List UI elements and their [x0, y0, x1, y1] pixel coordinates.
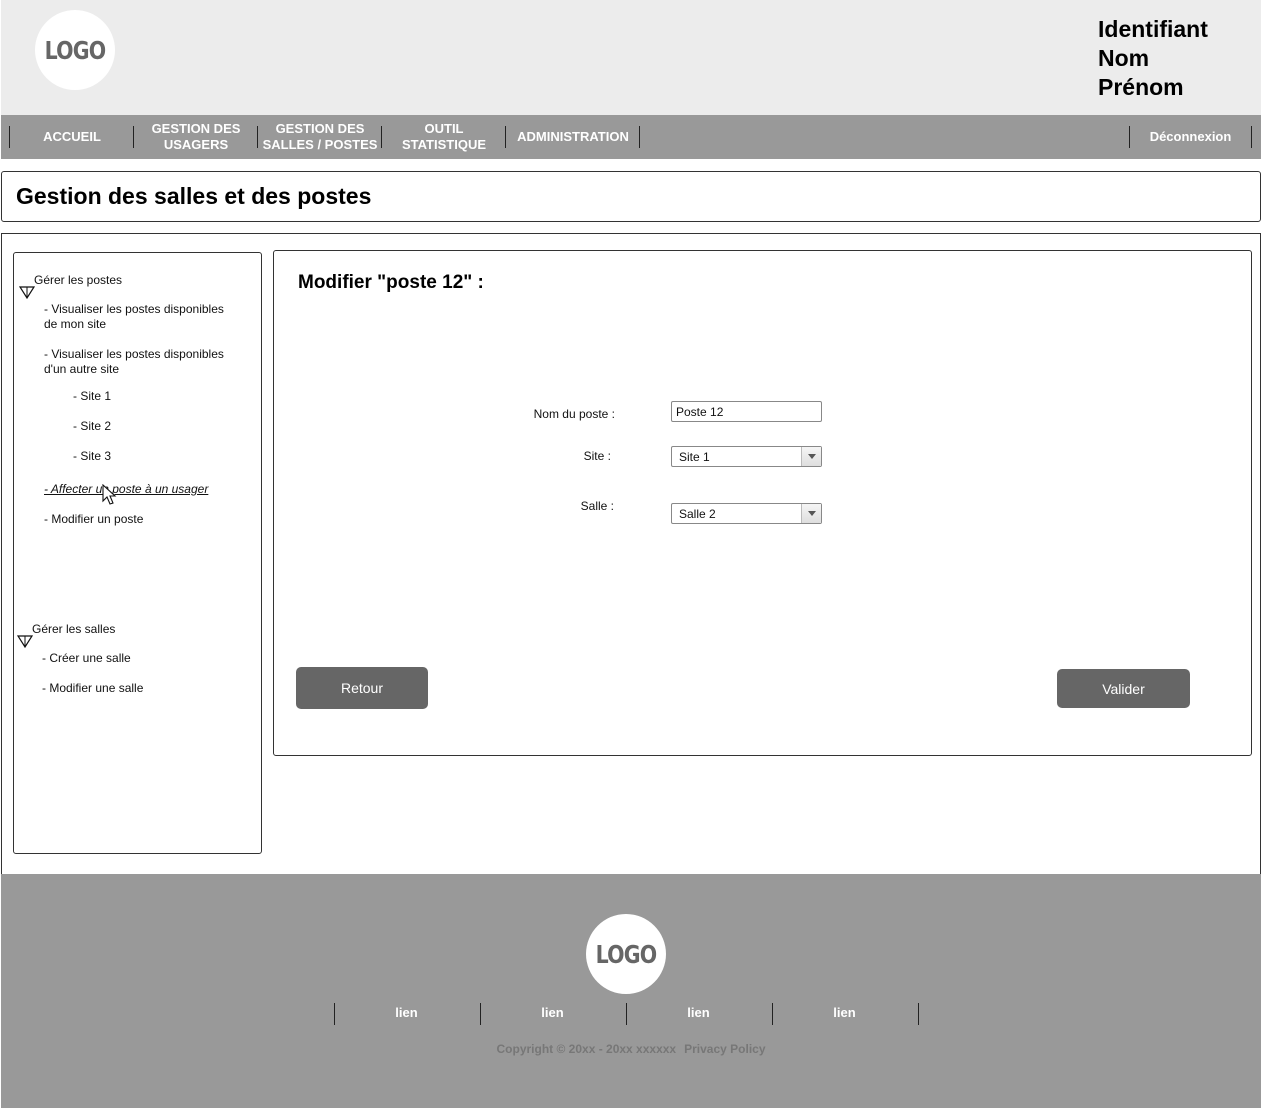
mouse-cursor-icon — [102, 484, 117, 505]
footer-link-3[interactable]: lien — [626, 1005, 771, 1020]
form-title: Modifier "poste 12" : — [298, 272, 484, 293]
user-prenom: Prénom — [1098, 74, 1184, 100]
salle-label: Salle : — [580, 499, 614, 513]
nav-separator — [1251, 126, 1252, 148]
footer-link-4[interactable]: lien — [772, 1005, 917, 1020]
nom-poste-input[interactable] — [671, 401, 822, 422]
salle-select-value: Salle 2 — [679, 507, 716, 521]
nav-administration[interactable]: ADMINISTRATION — [506, 115, 640, 159]
salle-select[interactable]: Salle 2 — [671, 503, 822, 524]
footer-logo[interactable]: LOGO — [586, 914, 666, 994]
collapse-triangle-icon[interactable] — [17, 633, 33, 649]
nav-gestion-usagers[interactable]: GESTION DES USAGERS — [134, 115, 258, 159]
nav-separator — [639, 126, 640, 148]
user-info: Identifiant Nom Prénom — [1098, 15, 1208, 102]
nom-poste-label: Nom du poste : — [533, 407, 615, 421]
valider-button[interactable]: Valider — [1057, 669, 1190, 708]
sidebar-item-visualiser-mon-site[interactable]: - Visualiser les postes disponibles de m… — [44, 302, 254, 332]
site-label: Site : — [583, 449, 611, 463]
sidebar-item-visualiser-autre-site[interactable]: - Visualiser les postes disponibles d'un… — [44, 347, 254, 377]
main-nav: ACCUEIL GESTION DES USAGERS GESTION DES … — [1, 115, 1261, 159]
sidebar-heading-postes[interactable]: Gérer les postes — [34, 273, 122, 288]
nav-accueil[interactable]: ACCUEIL — [10, 115, 134, 159]
chevron-down-icon[interactable] — [801, 504, 821, 523]
site-select-value: Site 1 — [679, 450, 710, 464]
header: LOGO Identifiant Nom Prénom — [1, 0, 1261, 115]
user-nom: Nom — [1098, 45, 1150, 71]
footer-link-1[interactable]: lien — [334, 1005, 479, 1020]
sidebar-item-modifier-poste[interactable]: - Modifier un poste — [44, 512, 143, 527]
sidebar-item-modifier-salle[interactable]: - Modifier une salle — [42, 681, 143, 696]
collapse-triangle-icon[interactable] — [19, 284, 35, 300]
sidebar — [13, 252, 262, 854]
logout-link[interactable]: Déconnexion — [1130, 115, 1251, 159]
nav-gestion-salles-postes[interactable]: GESTION DES SALLES / POSTES — [258, 115, 382, 159]
sidebar-item-site-2[interactable]: - Site 2 — [73, 419, 111, 434]
sidebar-item-site-3[interactable]: - Site 3 — [73, 449, 111, 464]
nav-outil-statistique[interactable]: OUTIL STATISTIQUE — [382, 115, 506, 159]
footer: LOGO lien lien lien lien Copyright © 20x… — [1, 874, 1261, 1108]
sidebar-item-creer-salle[interactable]: - Créer une salle — [42, 651, 131, 666]
retour-button[interactable]: Retour — [296, 667, 428, 709]
page-title: Gestion des salles et des postes — [16, 183, 372, 209]
chevron-down-icon[interactable] — [801, 447, 821, 466]
sidebar-item-site-1[interactable]: - Site 1 — [73, 389, 111, 404]
sidebar-item-affecter-poste[interactable]: - Affecter un poste à un usager — [44, 482, 208, 497]
page-title-bar: Gestion des salles et des postes — [1, 171, 1261, 222]
sidebar-heading-salles[interactable]: Gérer les salles — [32, 622, 115, 637]
copyright-text: Copyright © 20xx - 20xx xxxxxx — [496, 1042, 677, 1056]
site-select[interactable]: Site 1 — [671, 446, 822, 467]
user-identifiant: Identifiant — [1098, 16, 1208, 42]
footer-separator — [918, 1003, 919, 1025]
header-logo[interactable]: LOGO — [35, 10, 115, 90]
footer-copyright: Copyright © 20xx - 20xx xxxxxx Privacy Po… — [1, 1042, 1261, 1056]
footer-link-2[interactable]: lien — [480, 1005, 625, 1020]
privacy-policy-link[interactable]: Privacy Policy — [684, 1042, 765, 1056]
